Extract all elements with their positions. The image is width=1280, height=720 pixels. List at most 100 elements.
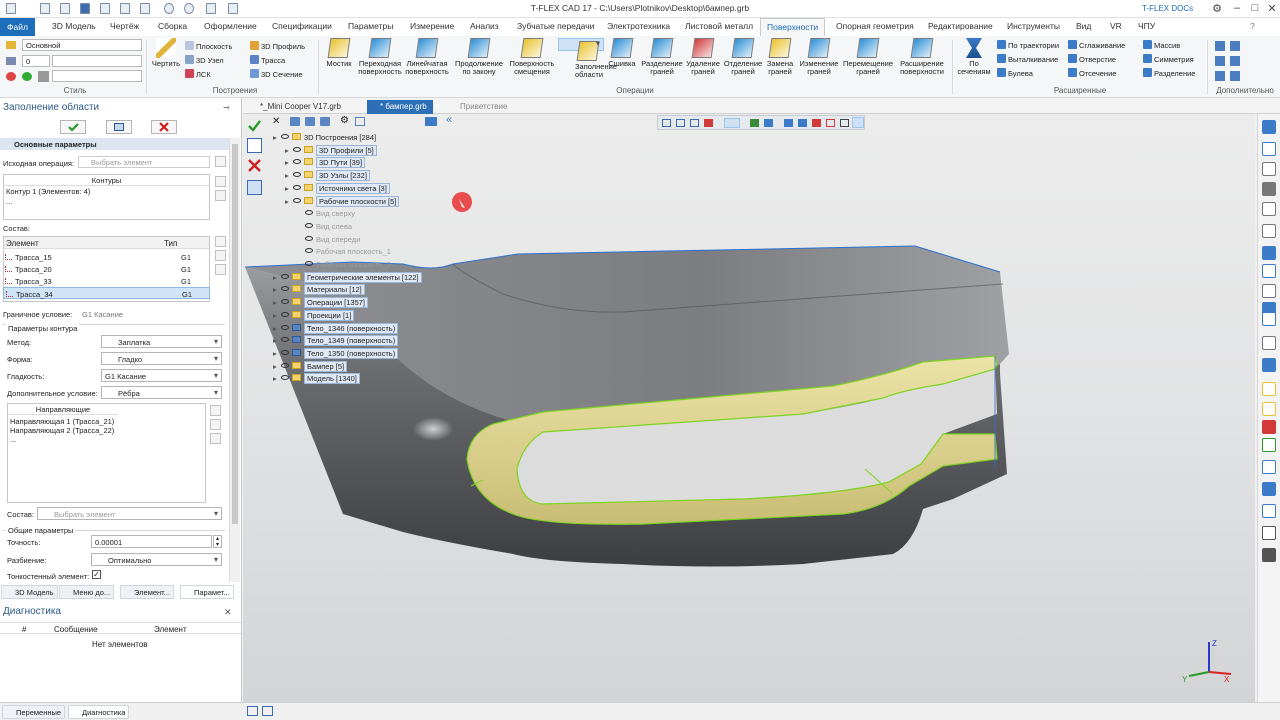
right-tool-icon-10[interactable] [1262, 312, 1276, 326]
extra-icon-2[interactable] [1230, 41, 1240, 51]
panel-scrollbar[interactable] [229, 138, 240, 582]
tree-expand-icon[interactable]: ▸ [285, 146, 293, 155]
panel-tab-menu[interactable]: Меню до... [59, 585, 115, 599]
tree-expand-icon[interactable]: ▸ [273, 311, 281, 320]
visibility-eye-icon[interactable] [293, 197, 301, 203]
tree-settings-icon[interactable]: ⚙ [340, 115, 349, 126]
view-icon-5[interactable] [724, 118, 740, 128]
tree-item[interactable]: ▸ Тело_1350 (поверхность) [273, 347, 401, 360]
view-icon-8[interactable] [784, 119, 793, 127]
panel-tab-params[interactable]: Парамет... [180, 585, 234, 599]
op-button-8[interactable]: Удаление граней [685, 38, 721, 76]
guide-more[interactable]: ... [8, 435, 205, 444]
smoothing-button[interactable]: Сглаживание [1068, 40, 1125, 50]
tree-item[interactable]: Вид спереди [297, 234, 363, 246]
grid-down-button[interactable] [215, 250, 226, 261]
right-tool-icon-2[interactable] [1262, 162, 1276, 176]
right-tool-icon-19[interactable] [1262, 504, 1276, 518]
section-main-params[interactable]: Основные параметры [0, 138, 229, 150]
tab-sheet-metal[interactable]: Листовой металл [685, 21, 753, 31]
tree-tool-icon[interactable] [425, 117, 437, 126]
tab-measurement[interactable]: Измерение [410, 21, 454, 31]
tab-specifications[interactable]: Спецификации [272, 21, 332, 31]
op-button-13[interactable]: Расширение поверхности [896, 38, 948, 76]
right-tool-icon-8[interactable] [1262, 284, 1276, 298]
right-tool-icon-16[interactable] [1262, 438, 1276, 452]
op-button-6[interactable]: Сшивка [606, 38, 638, 68]
right-tool-icon-6[interactable] [1262, 246, 1276, 260]
right-tool-icon-11[interactable] [1262, 336, 1276, 350]
3d-viewport[interactable]: ✕ ⚙ « ▸ 3D Построения [284] ▸ 3D Профили [5… [243, 114, 1255, 702]
tree-item[interactable]: ▸ 3D Профили [5] [285, 144, 380, 157]
tree-home-icon[interactable] [320, 117, 330, 126]
extra-icon-3[interactable] [1215, 56, 1225, 66]
visibility-eye-icon[interactable] [305, 235, 313, 241]
visibility-eye-icon[interactable] [293, 146, 301, 152]
close-window-icon[interactable]: ✕ [1265, 2, 1279, 15]
view-icon-7[interactable] [764, 119, 773, 127]
right-tool-icon-12[interactable] [1262, 358, 1276, 372]
maximize-icon[interactable]: □ [1248, 2, 1262, 14]
extra-icon-4[interactable] [1230, 56, 1240, 66]
diag-close-icon[interactable]: ✕ [224, 607, 232, 618]
profile3d-button[interactable]: 3D Профиль [250, 41, 305, 51]
tree-expand-icon[interactable]: ▸ [285, 158, 293, 167]
doc-tab-mini-cooper[interactable]: *_Mini Cooper V17.grb [247, 100, 347, 114]
node3d-button[interactable]: 3D Узел [185, 55, 224, 65]
right-tool-icon-18[interactable] [1262, 482, 1276, 496]
params-window-icon[interactable] [247, 138, 262, 153]
tree-forward-icon[interactable] [305, 117, 315, 126]
lsk-button[interactable]: ЛСК [185, 69, 211, 79]
plane-button[interactable]: Плоскость [185, 41, 232, 51]
visibility-eye-icon[interactable] [281, 324, 289, 330]
view-icon-2[interactable] [676, 119, 685, 127]
grid-row[interactable]: Трасса_34 G1 [3, 287, 210, 299]
tree-expand-icon[interactable]: ▸ [273, 362, 281, 371]
tree-item[interactable]: ▸ Модель [1340] [273, 373, 363, 385]
bottom-tab-variables[interactable]: Переменные [2, 705, 66, 719]
right-tool-icon-4[interactable] [1262, 202, 1276, 216]
visibility-eye-icon[interactable] [281, 349, 289, 355]
tree-expand-icon[interactable]: ▸ [273, 285, 281, 294]
style-combo[interactable] [52, 55, 142, 67]
visibility-eye-icon[interactable] [281, 375, 289, 381]
tree-expand-icon[interactable]: ▸ [285, 171, 293, 180]
grid-row[interactable]: Трасса_33 G1 [3, 275, 210, 287]
tab-parameters[interactable]: Параметры [348, 21, 393, 31]
op-button-12[interactable]: Перемещение граней [841, 38, 895, 76]
tree-item[interactable]: Рабочая плоскость_1 [297, 246, 394, 258]
right-tool-icon-13[interactable] [1262, 382, 1276, 396]
right-tool-icon-15[interactable] [1262, 420, 1276, 434]
cut-button[interactable]: Отсечение [1068, 68, 1116, 78]
cancel-cross-icon[interactable] [247, 158, 262, 173]
guide-remove-button[interactable] [210, 419, 221, 430]
right-tool-icon-21[interactable] [1262, 548, 1276, 562]
op-button-3[interactable]: Продолжение по закону [452, 38, 506, 76]
tab-surfaces[interactable]: Поверхности [760, 18, 826, 36]
op-button-4[interactable]: Поверхность смещения [508, 38, 556, 76]
extra-condition-select[interactable]: Рёбра [101, 386, 222, 399]
tree-expand-icon[interactable]: ▸ [273, 374, 281, 383]
contour-more[interactable]: ... [4, 197, 209, 206]
op-button-7[interactable]: Разделение граней [640, 38, 684, 76]
composition2-field[interactable]: Выбрать элемент [37, 507, 222, 520]
tree-item[interactable]: ▸ 3D Построения [284] [273, 132, 379, 144]
visibility-eye-icon[interactable] [305, 261, 313, 266]
right-tool-icon-1[interactable] [1262, 142, 1276, 156]
guide-draw-button[interactable] [210, 433, 221, 444]
tree-item[interactable]: Вид сверху [297, 208, 358, 220]
grid-delete-button[interactable] [215, 264, 226, 275]
tree-expand-icon[interactable]: ▸ [273, 273, 281, 282]
preview-toggle-icon[interactable] [247, 180, 262, 195]
op-button-0[interactable]: Мостик [322, 38, 356, 68]
right-tool-icon-14[interactable] [1262, 402, 1276, 416]
view-icon-12[interactable] [840, 119, 849, 127]
trace-button[interactable]: Трасса [250, 55, 285, 65]
src-op-field[interactable]: Выбрать элемент [78, 156, 210, 168]
thin-wall-checkbox[interactable]: ✓ [92, 570, 101, 579]
tree-item[interactable]: Рабочая плоскость_2 [297, 259, 394, 271]
visibility-eye-icon[interactable] [305, 222, 313, 228]
visibility-eye-icon[interactable] [281, 286, 289, 292]
tree-back-icon[interactable] [290, 117, 300, 126]
view-icon-11[interactable] [826, 119, 835, 127]
